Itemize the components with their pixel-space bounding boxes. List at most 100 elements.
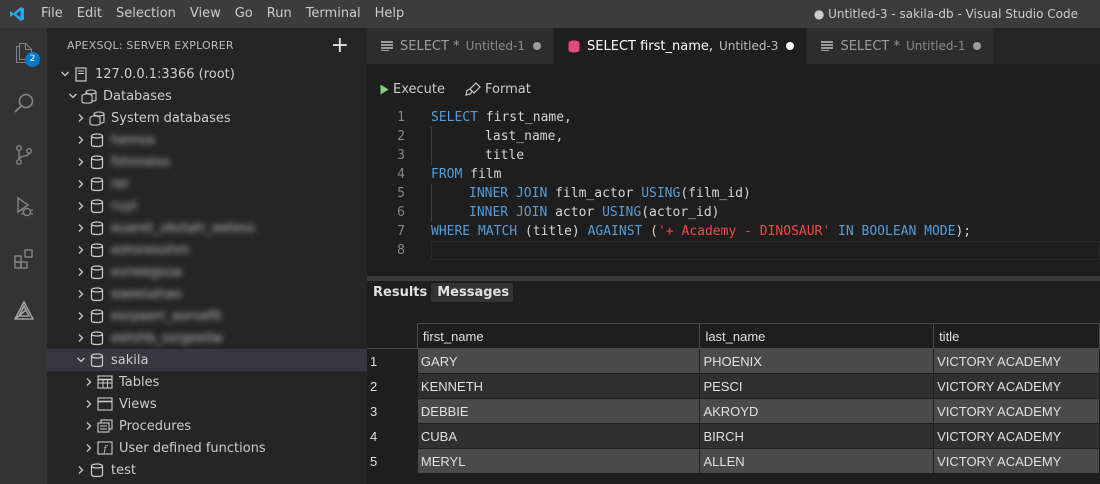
cell-first-name[interactable]: CUBA: [416, 423, 701, 449]
unsaved-dot-icon[interactable]: [973, 42, 982, 50]
chevron-down-icon[interactable]: [73, 349, 89, 371]
tree-sakila-procedures[interactable]: Procedures: [47, 415, 367, 437]
cell-last-name[interactable]: PHOENIX: [699, 348, 935, 374]
chevron-right-icon[interactable]: [73, 195, 89, 217]
cell-title[interactable]: VICTORY ACADEMY: [933, 398, 1100, 424]
search-icon[interactable]: [0, 78, 47, 128]
menu-selection[interactable]: Selection: [109, 0, 183, 28]
database-label: evneegsoa: [111, 264, 182, 280]
menu-help[interactable]: Help: [368, 0, 412, 28]
unsaved-dot-icon[interactable]: [786, 42, 795, 50]
chevron-right-icon[interactable]: [73, 173, 89, 195]
tab-results[interactable]: Results: [367, 283, 431, 302]
apexsql-icon[interactable]: [0, 286, 47, 336]
tree-database[interactable]: euaret_vbstatr_eetess: [47, 217, 367, 239]
menu-run[interactable]: Run: [260, 0, 299, 28]
column-header-title[interactable]: title: [933, 323, 1100, 349]
cell-title[interactable]: VICTORY ACADEMY: [933, 348, 1100, 374]
line-number: 2: [397, 129, 405, 144]
execute-button[interactable]: Execute: [379, 81, 445, 97]
column-header-last-name[interactable]: last_name: [699, 323, 935, 349]
chevron-right-icon[interactable]: [73, 261, 89, 283]
cell-last-name[interactable]: AKROYD: [699, 398, 935, 424]
cell-first-name[interactable]: DEBBIE: [416, 398, 701, 424]
database-label: hemsa: [111, 132, 155, 148]
tree-database[interactable]: evneegsoa: [47, 261, 367, 283]
menu-terminal[interactable]: Terminal: [299, 0, 368, 28]
tab-description: Untitled-3: [719, 39, 779, 53]
tree-database[interactable]: esrpaerr_aorsefit: [47, 305, 367, 327]
chevron-right-icon[interactable]: [73, 151, 89, 173]
tree-server[interactable]: 127.0.0.1:3366 (root): [47, 63, 367, 85]
chevron-right-icon[interactable]: [73, 459, 89, 481]
table-row[interactable]: 4 CUBA BIRCH VICTORY ACADEMY: [367, 423, 1100, 449]
tree-databases[interactable]: Databases: [47, 85, 367, 107]
tab-messages[interactable]: Messages: [431, 283, 514, 302]
tree-database[interactable]: eetshb_ssrgeeilw: [47, 327, 367, 349]
chevron-right-icon[interactable]: [73, 239, 89, 261]
tree-database[interactable]: fshnneso: [47, 151, 367, 173]
source-control-icon[interactable]: [0, 130, 47, 180]
cell-last-name[interactable]: BIRCH: [699, 423, 935, 449]
unsaved-dot-icon[interactable]: [533, 42, 542, 50]
chevron-right-icon[interactable]: [81, 371, 97, 393]
menu-file[interactable]: File: [34, 0, 70, 28]
tree-database[interactable]: eaeesahao: [47, 283, 367, 305]
explorer-icon[interactable]: 2: [0, 28, 47, 78]
menu-go[interactable]: Go: [228, 0, 260, 28]
chevron-right-icon[interactable]: [73, 129, 89, 151]
chevron-right-icon[interactable]: [73, 107, 89, 129]
chevron-right-icon[interactable]: [73, 327, 89, 349]
menu-view[interactable]: View: [183, 0, 228, 28]
table-row[interactable]: 1 GARY PHOENIX VICTORY ACADEMY: [367, 348, 1100, 374]
tree-system-databases[interactable]: System databases: [47, 107, 367, 129]
tables-icon: [97, 374, 113, 390]
add-connection-button[interactable]: +: [331, 34, 349, 57]
tree-database[interactable]: eshsresohm: [47, 239, 367, 261]
table-row[interactable]: 5 MERYL ALLEN VICTORY ACADEMY: [367, 448, 1100, 474]
cell-last-name[interactable]: PESCI: [699, 373, 935, 399]
tree-database-sakila[interactable]: sakila: [47, 349, 367, 371]
cell-first-name[interactable]: GARY: [416, 348, 701, 374]
sidebar-title: APEXSQL: SERVER EXPLORER: [67, 39, 234, 52]
cell-title[interactable]: VICTORY ACADEMY: [933, 423, 1100, 449]
tree-database-test[interactable]: test: [47, 459, 367, 481]
chevron-right-icon[interactable]: [81, 437, 97, 459]
cell-title[interactable]: VICTORY ACADEMY: [933, 448, 1100, 474]
extensions-icon[interactable]: [0, 234, 47, 284]
tree-sakila-views[interactable]: Views: [47, 393, 367, 415]
code-token: film: [462, 167, 502, 182]
tab-untitled-3[interactable]: SELECT first_name, Untitled-3: [554, 28, 808, 64]
cell-title[interactable]: VICTORY ACADEMY: [933, 373, 1100, 399]
chevron-right-icon[interactable]: [73, 217, 89, 239]
chevron-right-icon[interactable]: [73, 283, 89, 305]
tree-database[interactable]: ruyt: [47, 195, 367, 217]
functions-label: User defined functions: [119, 440, 266, 456]
row-index: 2: [367, 373, 418, 399]
chevron-down-icon[interactable]: [65, 85, 81, 107]
table-row[interactable]: 3 DEBBIE AKROYD VICTORY ACADEMY: [367, 398, 1100, 424]
table-row[interactable]: 2 KENNETH PESCI VICTORY ACADEMY: [367, 373, 1100, 399]
chevron-down-icon[interactable]: [57, 63, 73, 85]
format-button[interactable]: Format: [465, 81, 531, 97]
chevron-right-icon[interactable]: [73, 305, 89, 327]
tree-database[interactable]: hemsa: [47, 129, 367, 151]
cell-last-name[interactable]: ALLEN: [699, 448, 935, 474]
tab-untitled-1-second[interactable]: SELECT * Untitled-1: [807, 28, 995, 64]
menu-edit[interactable]: Edit: [70, 0, 109, 28]
panel-splitter[interactable]: [367, 276, 1100, 281]
tree-sakila-functions[interactable]: f User defined functions: [47, 437, 367, 459]
code-token: (title): [517, 224, 588, 239]
tree-database[interactable]: rer: [47, 173, 367, 195]
tree-sakila-tables[interactable]: Tables: [47, 371, 367, 393]
chevron-right-icon[interactable]: [81, 393, 97, 415]
debug-icon[interactable]: [0, 182, 47, 232]
cell-first-name[interactable]: KENNETH: [416, 373, 701, 399]
chevron-right-icon[interactable]: [81, 415, 97, 437]
column-header-first-name[interactable]: first_name: [416, 323, 701, 349]
code-text: WHERE MATCH (title) AGAINST ('+ Academy …: [431, 222, 971, 241]
code-keyword: INNER JOIN: [469, 205, 548, 220]
sql-editor[interactable]: 1 SELECT first_name, 2 last_name, 3 titl…: [367, 108, 1100, 268]
cell-first-name[interactable]: MERYL: [416, 448, 701, 474]
tab-untitled-1[interactable]: SELECT * Untitled-1: [367, 28, 555, 64]
